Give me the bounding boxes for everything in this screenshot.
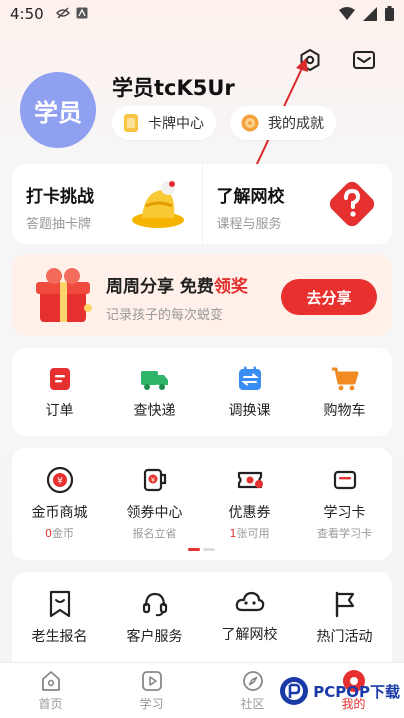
- nav-study[interactable]: 学习: [101, 663, 202, 718]
- returning-enroll-label: 老生报名: [31, 629, 88, 645]
- hot-events-label: 热门活动: [316, 629, 373, 645]
- share-title: 周周分享 免费领奖: [106, 277, 248, 297]
- cart-label: 购物车: [323, 403, 366, 419]
- coin-mall-sub: 0金币: [45, 527, 74, 540]
- my-achievements-label: 我的成就: [268, 116, 324, 132]
- grid-item-study-card[interactable]: 学习卡 查看学习卡: [297, 466, 392, 560]
- hat-icon: [131, 181, 184, 228]
- grid-item-customer-service[interactable]: 客户服务: [107, 590, 202, 662]
- flag-icon: [335, 591, 354, 618]
- swap-course-label: 调换课: [228, 403, 271, 419]
- nav-community-label: 社区: [240, 697, 265, 711]
- username: 学员tcK5Ur: [112, 76, 235, 100]
- cloud-face-icon: [235, 591, 264, 612]
- services-grid: 老生报名 客户服务 了解网校 热门活动: [12, 572, 392, 662]
- my-achievements-button[interactable]: 我的成就: [230, 106, 336, 140]
- card-center-label: 卡牌中心: [148, 116, 204, 132]
- grid-item-swap-course[interactable]: 调换课: [202, 366, 297, 436]
- study-card-sub: 查看学习卡: [317, 527, 372, 540]
- avatar[interactable]: 学员: [20, 72, 96, 148]
- coupon-center-sub: 报名立省: [132, 527, 177, 540]
- share-title-highlight: 领奖: [213, 277, 248, 297]
- orders-grid: 订单 查快递 调换课 购物车: [12, 348, 392, 436]
- compass-icon: [242, 671, 263, 691]
- page-indicator: [188, 548, 215, 551]
- coupons-label: 优惠券: [228, 505, 271, 521]
- customer-service-label: 客户服务: [126, 629, 183, 645]
- pcpop-logo-icon: [280, 677, 309, 705]
- learn-school-grid-label: 了解网校: [221, 627, 278, 643]
- nav-study-label: 学习: [139, 697, 164, 711]
- share-subtitle: 记录孩子的每次蜕变: [106, 308, 224, 323]
- grid-item-hot-events[interactable]: 热门活动: [297, 590, 392, 662]
- play-icon: [141, 671, 162, 691]
- page-dot-active: [188, 548, 200, 551]
- watermark: PCPOP下载: [279, 676, 400, 706]
- truck-icon: [140, 371, 168, 390]
- go-share-button[interactable]: 去分享: [281, 279, 377, 315]
- promo-cards: 打卡挑战 答题抽卡牌 了解网校 课程与服务: [12, 164, 392, 244]
- cart-icon: [331, 367, 358, 391]
- svg-text:¥: ¥: [57, 477, 63, 487]
- coin-mall-label: 金币商城: [31, 505, 88, 521]
- page-dot: [203, 548, 215, 551]
- share-banner[interactable]: 周周分享 免费领奖 记录孩子的每次蜕变 去分享: [12, 254, 392, 336]
- wallet-grid: ¥ 金币商城 0金币 ¥ 领券中心 报名立省 优惠券 1张可用 学习卡 查看学习…: [12, 448, 392, 560]
- bookmark-heart-icon: [49, 590, 70, 618]
- coupons-sub: 1张可用: [229, 527, 270, 540]
- swap-course-icon: [238, 366, 261, 390]
- order-icon: [49, 368, 70, 390]
- grid-item-returning-enroll[interactable]: 老生报名: [12, 590, 107, 662]
- coin-icon: ¥: [46, 466, 73, 494]
- study-card-label: 学习卡: [323, 505, 366, 521]
- home-icon: [41, 671, 60, 691]
- learn-school-card[interactable]: 了解网校 课程与服务: [201, 164, 393, 244]
- card-center-button[interactable]: 卡牌中心: [112, 106, 216, 140]
- coupon-cup-icon: ¥: [143, 468, 166, 492]
- grid-item-coupon-center[interactable]: ¥ 领券中心 报名立省: [107, 466, 202, 560]
- grid-item-coin-mall[interactable]: ¥ 金币商城 0金币: [12, 466, 107, 560]
- grid-item-coupons[interactable]: 优惠券 1张可用: [202, 466, 297, 560]
- headset-icon: [142, 592, 167, 617]
- svg-text:¥: ¥: [150, 476, 155, 484]
- grid-item-express[interactable]: 查快递: [107, 366, 202, 436]
- grid-item-orders[interactable]: 订单: [12, 366, 107, 436]
- study-card-icon: [333, 470, 356, 490]
- question-diamond-icon: [329, 181, 375, 227]
- nav-home-label: 首页: [38, 697, 63, 711]
- grid-item-cart[interactable]: 购物车: [297, 366, 392, 436]
- nav-home[interactable]: 首页: [0, 663, 101, 718]
- gift-icon: [36, 268, 92, 322]
- card-icon: [124, 114, 138, 132]
- checkin-challenge-card[interactable]: 打卡挑战 答题抽卡牌: [12, 164, 202, 244]
- grid-item-learn-school[interactable]: 了解网校: [202, 590, 297, 662]
- watermark-text: PCPOP下载: [313, 682, 400, 701]
- avatar-text: 学员: [34, 98, 82, 127]
- orders-label: 订单: [45, 403, 74, 419]
- coupon-center-label: 领券中心: [126, 505, 183, 521]
- medal-icon: [241, 114, 259, 132]
- express-label: 查快递: [133, 403, 176, 419]
